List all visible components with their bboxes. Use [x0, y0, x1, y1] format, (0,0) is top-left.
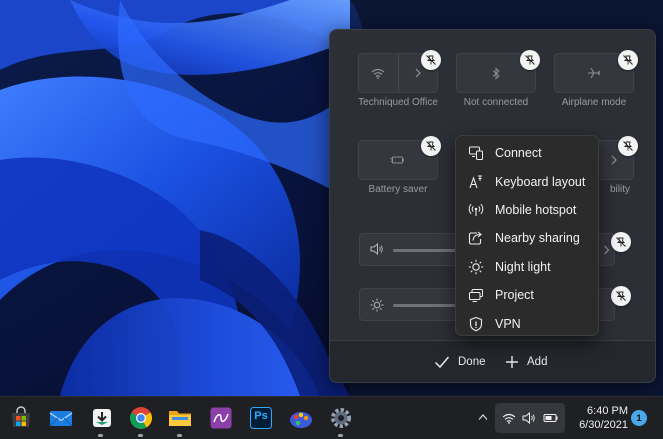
clock-date: 6/30/2021	[579, 418, 628, 431]
mobile-hotspot-icon	[468, 203, 484, 216]
volume-icon	[370, 243, 383, 255]
taskbar-app-store[interactable]	[8, 405, 34, 431]
unpin-accessibility-button[interactable]	[618, 136, 638, 156]
checkmark-icon	[434, 356, 450, 369]
unpin-battery-saver-button[interactable]	[421, 136, 441, 156]
done-label: Done	[458, 356, 486, 368]
unpin-bluetooth-button[interactable]	[520, 50, 540, 70]
battery-icon	[543, 414, 558, 422]
taskbar-app-chrome[interactable]	[128, 405, 154, 431]
menu-item-label: Mobile hotspot	[495, 202, 577, 217]
menu-item-label: Connect	[495, 146, 542, 161]
unpin-brightness-button[interactable]	[611, 286, 631, 306]
volume-slider-track[interactable]	[393, 249, 463, 252]
menu-item-vpn[interactable]: VPN	[456, 309, 598, 337]
tile-label: Airplane mode	[561, 97, 627, 108]
keyboard-layout-icon	[469, 175, 482, 188]
brightness-icon	[370, 298, 384, 312]
menu-item-mobile-hotspot[interactable]: Mobile hotspot	[456, 196, 598, 224]
menu-item-label: Keyboard layout	[495, 174, 586, 189]
menu-item-label: Night light	[495, 259, 551, 274]
menu-item-night-light[interactable]: Night light	[456, 253, 598, 281]
menu-item-label: Project	[495, 288, 534, 303]
unpin-icon	[426, 141, 436, 151]
taskbar-app-mail[interactable]	[48, 405, 74, 431]
menu-item-label: Nearby sharing	[495, 231, 580, 246]
wifi-toggle[interactable]	[359, 54, 398, 92]
clock-time: 6:40 PM	[587, 405, 628, 417]
menu-item-keyboard-layout[interactable]: Keyboard layout	[456, 167, 598, 195]
unpin-icon	[623, 55, 633, 65]
chevron-right-icon[interactable]	[603, 245, 610, 255]
affinity-icon	[210, 407, 232, 429]
bluetooth-icon	[492, 66, 500, 80]
chevron-right-icon	[415, 68, 421, 78]
battery-saver-icon	[390, 156, 404, 164]
taskbar-app-file-explorer[interactable]	[167, 405, 193, 431]
wifi-icon	[371, 68, 385, 79]
system-tray-quick-settings[interactable]	[495, 403, 565, 433]
unpin-icon	[616, 237, 626, 247]
chrome-icon	[130, 407, 152, 429]
vpn-icon	[469, 316, 483, 331]
taskbar-app-affinity[interactable]	[208, 405, 234, 431]
done-button[interactable]: Done	[434, 351, 486, 373]
plus-icon	[506, 356, 518, 368]
store-icon	[12, 406, 30, 427]
chevron-right-icon	[611, 155, 617, 165]
tile-label: Techniqued Office	[358, 97, 438, 108]
add-label: Add	[527, 356, 548, 368]
menu-item-project[interactable]: Project	[456, 281, 598, 309]
menu-item-connect[interactable]: Connect	[456, 139, 598, 167]
unpin-airplane-button[interactable]	[618, 50, 638, 70]
tile-label: Not connected	[463, 97, 529, 108]
unpin-volume-button[interactable]	[611, 232, 631, 252]
paint-icon	[290, 412, 312, 428]
volume-icon	[522, 412, 535, 424]
photoshop-label: Ps	[254, 410, 268, 422]
notification-badge[interactable]: 1	[631, 410, 647, 426]
unpin-icon	[426, 55, 436, 65]
quick-settings-footer: Done Add	[330, 340, 655, 382]
folder-icon	[169, 411, 191, 426]
connect-icon	[469, 146, 483, 161]
chevron-up-icon[interactable]	[478, 413, 488, 421]
add-quick-settings-menu: Connect Keyboard layout Mobile hotspot N…	[455, 135, 599, 336]
taskbar-app-download-manager[interactable]	[89, 405, 115, 431]
unpin-icon	[623, 141, 633, 151]
add-button[interactable]: Add	[505, 351, 547, 373]
unpin-wifi-button[interactable]	[421, 50, 441, 70]
taskbar-app-photoshop[interactable]: Ps	[248, 405, 274, 431]
menu-item-nearby-sharing[interactable]: Nearby sharing	[456, 224, 598, 252]
unpin-icon	[616, 291, 626, 301]
menu-item-label: VPN	[495, 316, 521, 331]
settings-gear-icon	[331, 408, 351, 428]
unpin-icon	[525, 55, 535, 65]
taskbar-app-settings[interactable]	[328, 405, 354, 431]
night-light-icon	[468, 259, 484, 274]
taskbar-app-paint[interactable]	[288, 405, 314, 431]
brightness-slider-track[interactable]	[393, 304, 463, 307]
taskbar: Ps 6:40 PM 6/30/2021 1	[0, 396, 663, 439]
airplane-icon	[588, 67, 600, 79]
download-app-icon	[93, 409, 111, 427]
wifi-icon	[502, 413, 515, 424]
nearby-sharing-icon	[468, 231, 482, 245]
taskbar-clock[interactable]: 6:40 PM 6/30/2021	[572, 405, 628, 432]
project-icon	[469, 289, 483, 303]
tile-label: Battery saver	[368, 184, 428, 195]
mail-icon	[49, 411, 73, 427]
